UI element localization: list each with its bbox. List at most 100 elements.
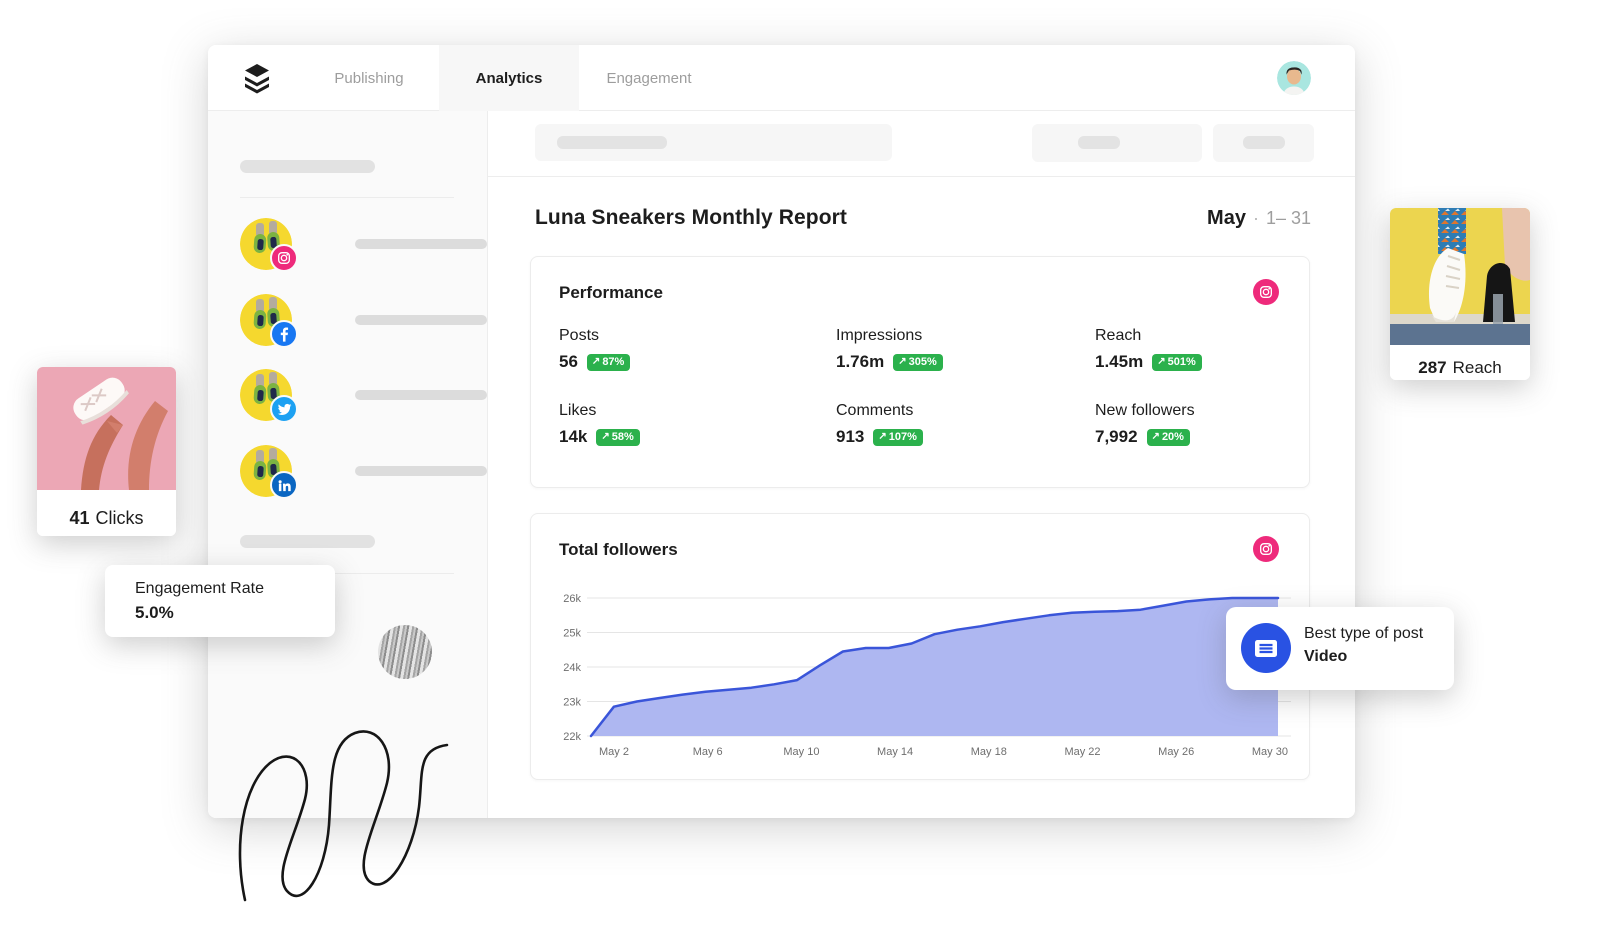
engagement-rate-card[interactable]: Engagement Rate 5.0% bbox=[105, 565, 335, 637]
date-month: May bbox=[1207, 207, 1246, 229]
sneaker-heel-photo bbox=[1390, 208, 1530, 345]
button-placeholder-bar bbox=[1078, 136, 1120, 149]
instagram-icon bbox=[1253, 279, 1279, 305]
tab-analytics[interactable]: Analytics bbox=[439, 45, 579, 111]
sidebar bbox=[208, 111, 488, 818]
page-title: Luna Sneakers Monthly Report bbox=[535, 206, 848, 229]
svg-text:May 6: May 6 bbox=[693, 746, 723, 758]
sidebar-channel-instagram[interactable] bbox=[240, 218, 487, 272]
svg-text:22k: 22k bbox=[563, 731, 581, 743]
stat-posts: Posts 56 ↗ 87% bbox=[559, 327, 836, 372]
stat-label: Likes bbox=[559, 402, 597, 419]
clicks-caption: 41 Clicks bbox=[37, 495, 176, 536]
sidebar-header-placeholder bbox=[240, 160, 375, 173]
change-badge: ↗ 501% bbox=[1152, 353, 1202, 371]
stat-reach: Reach 1.45m ↗ 501% bbox=[1095, 327, 1289, 372]
user-avatar[interactable] bbox=[1277, 61, 1311, 95]
stat-label: Impressions bbox=[836, 327, 923, 344]
tab-engagement[interactable]: Engagement bbox=[579, 45, 719, 111]
sidebar-channel-facebook[interactable] bbox=[240, 294, 487, 348]
date-days: 1– 31 bbox=[1265, 208, 1311, 228]
channel-name-placeholder bbox=[355, 315, 487, 325]
nav-tabs: Publishing Analytics Engagement bbox=[299, 45, 719, 111]
channel-name-placeholder bbox=[355, 390, 487, 400]
best-post-value: Video bbox=[1304, 648, 1348, 665]
top-nav: Publishing Analytics Engagement bbox=[208, 45, 1355, 111]
stat-value: 913 bbox=[836, 427, 865, 446]
best-post-card[interactable]: Best type of post Video bbox=[1226, 607, 1454, 690]
svg-text:May 10: May 10 bbox=[783, 746, 819, 758]
up-arrow-icon: ↗ bbox=[601, 431, 610, 442]
best-post-text: Best type of post Video bbox=[1304, 625, 1423, 666]
export-button[interactable] bbox=[1213, 124, 1314, 162]
channel-name-placeholder bbox=[355, 239, 487, 249]
stat-new-followers: New followers 7,992 ↗ 20% bbox=[1095, 402, 1289, 447]
page: Publishing Analytics Engagement Luna Sne… bbox=[0, 0, 1600, 939]
reach-value: 287 bbox=[1418, 357, 1447, 377]
best-post-label: Best type of post bbox=[1304, 625, 1424, 642]
change-value: 20% bbox=[1161, 430, 1184, 443]
channel-name-placeholder bbox=[355, 466, 487, 476]
svg-text:25k: 25k bbox=[563, 628, 581, 640]
stat-value: 56 bbox=[559, 352, 578, 371]
report-header: Luna Sneakers Monthly Report May · 1– 31 bbox=[535, 206, 1311, 230]
engagement-rate-value: 5.0% bbox=[135, 603, 174, 622]
change-value: 107% bbox=[888, 430, 917, 443]
sneaker-hands-photo bbox=[37, 367, 176, 490]
performance-title: Performance bbox=[559, 283, 663, 302]
sidebar-divider-top bbox=[240, 197, 454, 198]
sidebar-footer-placeholder bbox=[240, 535, 375, 548]
change-value: 501% bbox=[1167, 355, 1196, 368]
engagement-rate-label: Engagement Rate bbox=[135, 580, 264, 597]
date-range[interactable]: May · 1– 31 bbox=[1207, 207, 1311, 230]
instagram-icon bbox=[270, 244, 298, 272]
stat-label: Comments bbox=[836, 402, 914, 419]
change-badge: ↗ 20% bbox=[1146, 428, 1190, 446]
stat-label: New followers bbox=[1095, 402, 1195, 419]
sidebar-channel-linkedin[interactable] bbox=[240, 445, 487, 499]
user-avatar-image bbox=[1277, 61, 1311, 95]
total-followers-card: Total followers 26k 25k 24k 23k 22k May 2 May … bbox=[530, 513, 1310, 780]
app-window: Publishing Analytics Engagement Luna Sne… bbox=[208, 45, 1355, 818]
svg-text:24k: 24k bbox=[563, 662, 581, 674]
reach-label: Reach bbox=[1452, 357, 1502, 377]
svg-text:23k: 23k bbox=[563, 697, 581, 709]
svg-text:May 14: May 14 bbox=[877, 746, 913, 758]
clicks-value: 41 bbox=[69, 507, 90, 528]
clicks-label: Clicks bbox=[95, 507, 144, 528]
buffer-logo-icon[interactable] bbox=[240, 61, 274, 95]
up-arrow-icon: ↗ bbox=[1151, 431, 1160, 442]
change-value: 58% bbox=[611, 430, 634, 443]
reach-callout-card[interactable]: 287 Reach bbox=[1390, 208, 1530, 380]
followers-area-chart[interactable]: 26k 25k 24k 23k 22k May 2 May 6 May 10 May 14 May… bbox=[547, 576, 1295, 762]
svg-text:May 22: May 22 bbox=[1064, 746, 1100, 758]
change-badge: ↗ 107% bbox=[873, 428, 923, 446]
date-filter-button[interactable] bbox=[1032, 124, 1202, 162]
stat-likes: Likes 14k ↗ 58% bbox=[559, 402, 836, 447]
toolbar bbox=[488, 111, 1355, 177]
sidebar-channel-twitter[interactable] bbox=[240, 369, 487, 423]
performance-card: Performance Posts 56 ↗ 87% Impressions 1.7… bbox=[530, 256, 1310, 488]
up-arrow-icon: ↗ bbox=[898, 356, 907, 367]
change-value: 305% bbox=[908, 355, 937, 368]
tab-publishing[interactable]: Publishing bbox=[299, 45, 439, 111]
clicks-callout-card[interactable]: 41 Clicks bbox=[37, 367, 176, 536]
date-separator: · bbox=[1252, 208, 1259, 228]
stat-comments: Comments 913 ↗ 107% bbox=[836, 402, 1095, 447]
search-input[interactable] bbox=[535, 124, 892, 161]
search-placeholder-bar bbox=[557, 136, 667, 149]
svg-text:May 2: May 2 bbox=[599, 746, 629, 758]
button-placeholder-bar bbox=[1243, 136, 1285, 149]
stat-value: 7,992 bbox=[1095, 427, 1138, 446]
stat-value: 1.45m bbox=[1095, 352, 1144, 371]
linkedin-icon bbox=[270, 471, 298, 499]
performance-stats: Posts 56 ↗ 87% Impressions 1.76m ↗ 305% Reac… bbox=[559, 327, 1289, 447]
stat-label: Posts bbox=[559, 327, 600, 344]
svg-text:May 26: May 26 bbox=[1158, 746, 1194, 758]
up-arrow-icon: ↗ bbox=[878, 431, 887, 442]
change-badge: ↗ 305% bbox=[893, 353, 943, 371]
instagram-icon bbox=[1253, 536, 1279, 562]
main-content: Luna Sneakers Monthly Report May · 1– 31 P… bbox=[488, 111, 1355, 818]
stat-label: Reach bbox=[1095, 327, 1142, 344]
post-icon bbox=[1241, 623, 1291, 673]
